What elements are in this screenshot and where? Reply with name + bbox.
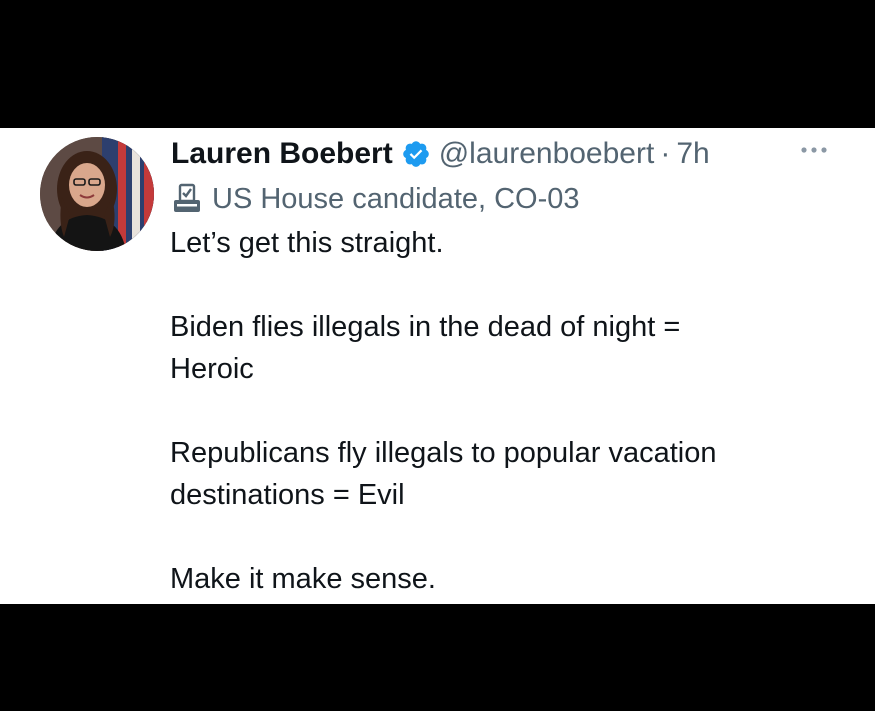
tweet-card[interactable]: Lauren Boebert @laurenboebert · 7h US Ho… <box>0 128 875 604</box>
tweet-paragraph: Let’s get this straight. <box>170 222 830 264</box>
tweet-paragraph: Biden flies illegals in the dead of nigh… <box>170 306 830 390</box>
ballot-box-icon <box>170 182 204 216</box>
author-name[interactable]: Lauren Boebert <box>171 137 393 171</box>
avatar-image <box>40 137 154 251</box>
account-label-text: US House candidate, CO-03 <box>212 182 580 215</box>
tweet-timestamp[interactable]: 7h <box>676 137 709 171</box>
tweet-header: Lauren Boebert @laurenboebert · 7h <box>171 132 710 176</box>
tweet-line: Biden flies illegals in the dead of nigh… <box>170 311 681 343</box>
author-handle[interactable]: @laurenboebert <box>439 137 655 171</box>
separator-dot: · <box>660 137 671 170</box>
tweet-line: Heroic <box>170 353 254 385</box>
tweet-paragraph: Republicans fly illegals to popular vaca… <box>170 432 830 516</box>
account-label: US House candidate, CO-03 <box>170 178 580 220</box>
tweet-line: Republicans fly illegals to popular vaca… <box>170 437 717 469</box>
screenshot-frame: Lauren Boebert @laurenboebert · 7h US Ho… <box>0 0 875 711</box>
more-options-icon[interactable] <box>796 142 832 158</box>
tweet-text: Let’s get this straight. Biden flies ill… <box>170 222 830 600</box>
tweet-line: destinations = Evil <box>170 479 405 511</box>
tweet-paragraph: Make it make sense. <box>170 558 830 600</box>
tweet-line: Let’s get this straight. <box>170 227 444 259</box>
tweet-line: Make it make sense. <box>170 563 436 595</box>
avatar[interactable] <box>40 137 154 251</box>
verified-badge-icon <box>401 139 431 169</box>
